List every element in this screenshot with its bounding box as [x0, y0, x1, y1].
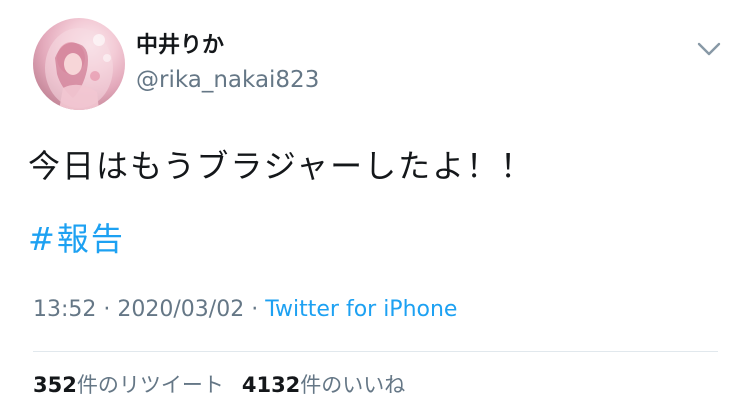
username[interactable]: @rika_nakai823: [136, 64, 319, 96]
meta-separator: ·: [251, 297, 259, 322]
retweets-label: 件のリツイート: [76, 373, 224, 397]
tweet-stats: 352件のリツイート 4132件のいいね: [33, 369, 405, 401]
tweet-meta: 13:52 · 2020/03/02 · Twitter for iPhone: [33, 293, 457, 327]
chevron-down-icon[interactable]: [694, 34, 724, 64]
meta-separator: ·: [103, 297, 111, 322]
likes-count: 4132: [241, 373, 301, 397]
retweets-stat[interactable]: 352件のリツイート: [33, 369, 224, 401]
likes-stat[interactable]: 4132件のいいね: [242, 369, 405, 401]
tweet-time[interactable]: 13:52: [33, 297, 96, 322]
likes-label: 件のいいね: [300, 373, 406, 397]
tweet-date[interactable]: 2020/03/02: [117, 297, 244, 322]
divider: [33, 351, 718, 352]
display-name[interactable]: 中井りか: [136, 30, 224, 62]
retweets-count: 352: [33, 373, 77, 397]
hashtag-link[interactable]: #報告: [28, 216, 125, 262]
avatar[interactable]: [33, 18, 125, 110]
user-avatar-photo: [45, 28, 113, 110]
tweet-source-link[interactable]: Twitter for iPhone: [265, 297, 457, 322]
tweet-text: 今日はもうブラジャーしたよ！！: [28, 147, 535, 185]
